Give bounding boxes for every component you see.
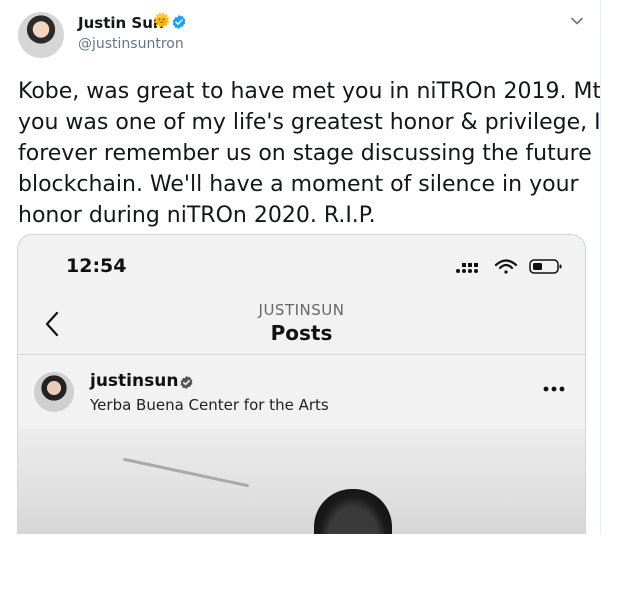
status-bar-icons	[456, 259, 562, 274]
status-bar-time: 12:54	[66, 255, 127, 277]
tweet-text-line: blockchain. We'll have a moment of silen…	[18, 172, 579, 197]
sun-emoji-icon: 🌞	[153, 13, 171, 29]
post-location[interactable]: Yerba Buena Center for the Arts	[90, 396, 329, 414]
tweet-text: Kobe, was great to have met you in niTRO…	[18, 76, 601, 231]
more-options-icon[interactable]	[542, 385, 566, 393]
profile-username-header: JUSTINSUN	[258, 301, 345, 319]
post-avatar[interactable]	[34, 372, 74, 412]
tweet-card: Justin Sun 🌞 @justinsuntron Kobe, was gr…	[0, 0, 601, 534]
chevron-down-icon[interactable]	[570, 14, 584, 28]
avatar[interactable]	[18, 12, 64, 58]
divider	[18, 354, 585, 355]
display-name[interactable]: Justin Sun	[78, 14, 164, 32]
tweet-text-line: Kobe, was great to have met you in niTRO…	[18, 79, 601, 104]
photo-background-detail	[123, 457, 249, 488]
signal-icon	[456, 263, 478, 273]
tweet-text-line: forever remember us on stage discussing …	[18, 141, 601, 166]
tweet-media-image[interactable]: 12:54 JUSTINSUN Posts justinsun Yerba Bu…	[17, 234, 586, 534]
tweet-text-line: you was one of my life's greatest honor …	[18, 110, 601, 135]
photo-person-head	[314, 489, 392, 534]
page-title: Posts	[270, 321, 333, 345]
battery-icon	[529, 259, 562, 274]
user-handle[interactable]: @justinsuntron	[78, 36, 184, 52]
post-username[interactable]: justinsun	[90, 371, 178, 391]
tweet-text-line: honor during niTROn 2020. R.I.P.	[18, 203, 376, 228]
verified-badge-icon	[180, 375, 193, 390]
wifi-icon	[494, 259, 518, 274]
verified-badge-icon	[172, 15, 186, 29]
post-photo	[18, 429, 585, 534]
